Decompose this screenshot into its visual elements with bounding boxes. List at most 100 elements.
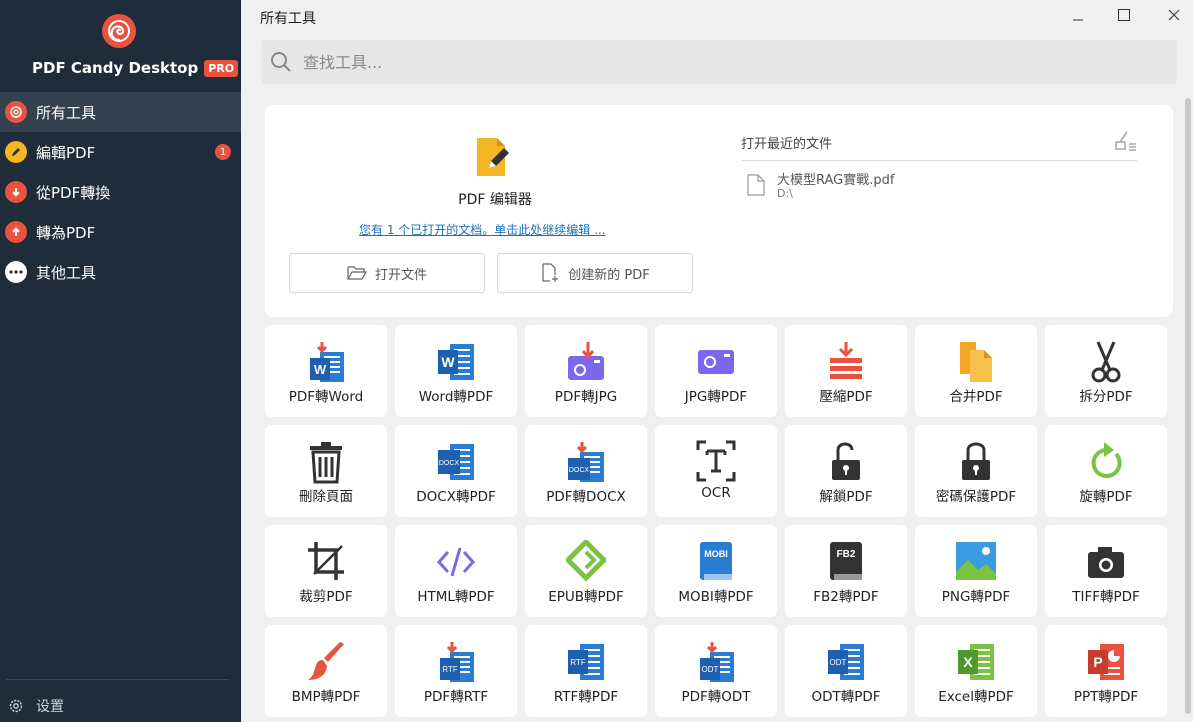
tool-compress-pdf[interactable]: 壓縮PDF — [785, 325, 907, 417]
tool-odt-to-pdf[interactable]: ODT ODT轉PDF — [785, 625, 907, 717]
tool-label: BMP轉PDF — [291, 689, 361, 705]
tool-delete-pages[interactable]: 刪除頁面 — [265, 425, 387, 517]
create-pdf-button[interactable]: 创建新的 PDF — [497, 253, 693, 293]
pdf-to-rtf-icon: RTF — [440, 642, 474, 682]
pdf-to-odt-icon: ODT — [700, 642, 734, 682]
pdf-editor-icon — [477, 138, 509, 176]
file-icon — [747, 174, 765, 196]
jpg-to-pdf-icon — [698, 350, 734, 374]
gear-icon — [9, 699, 23, 713]
arrow-up-icon — [5, 221, 27, 243]
tool-mobi-to-pdf[interactable]: MOBI MOBI轉PDF — [655, 525, 777, 617]
sidebar-item-all-tools[interactable]: 所有工具 — [0, 92, 241, 132]
tool-tiff-to-pdf[interactable]: TIFF轉PDF — [1045, 525, 1167, 617]
svg-text:DOCX: DOCX — [569, 467, 590, 474]
crop-icon — [308, 542, 344, 580]
tool-epub-to-pdf[interactable]: EPUB轉PDF — [525, 525, 647, 617]
scrollbar[interactable] — [1185, 98, 1191, 714]
word-to-pdf-icon: W — [438, 344, 474, 380]
tool-merge-pdf[interactable]: 合并PDF — [915, 325, 1037, 417]
tool-bmp-to-pdf[interactable]: BMP轉PDF — [265, 625, 387, 717]
clear-history-icon[interactable] — [1113, 129, 1137, 151]
tool-png-to-pdf[interactable]: PNG轉PDF — [915, 525, 1037, 617]
app-title: PDF Candy Desktop — [32, 59, 199, 77]
tool-ppt-to-pdf[interactable]: P PPT轉PDF — [1045, 625, 1167, 717]
excel-icon: X — [958, 644, 994, 680]
notification-badge: 1 — [215, 144, 231, 160]
search-input[interactable] — [303, 52, 1103, 72]
settings-button[interactable]: 设置 — [8, 694, 64, 718]
tool-jpg-to-pdf[interactable]: JPG轉PDF — [655, 325, 777, 417]
tool-pdf-to-jpg[interactable]: PDF轉JPG — [525, 325, 647, 417]
svg-text:X: X — [963, 654, 973, 670]
maximize-button[interactable] — [1112, 4, 1136, 26]
pro-badge: PRO — [204, 59, 239, 77]
rtf-to-pdf-icon: RTF — [568, 644, 604, 680]
tool-label: MOBI轉PDF — [678, 589, 754, 605]
tool-pdf-to-rtf[interactable]: RTF PDF轉RTF — [395, 625, 517, 717]
sidebar-item-edit-pdf[interactable]: 編輯PDF 1 — [0, 132, 241, 172]
tool-word-to-pdf[interactable]: W Word轉PDF — [395, 325, 517, 417]
compress-icon — [830, 342, 862, 379]
arrow-down-icon — [5, 181, 27, 203]
epub-icon — [566, 540, 606, 582]
tool-label: FB2轉PDF — [813, 589, 879, 605]
minimize-button[interactable] — [1066, 4, 1090, 26]
sidebar-item-label: 其他工具 — [36, 263, 97, 282]
pdf-candy-logo-icon — [102, 14, 136, 48]
recent-file-item[interactable]: 大模型RAG實戰.pdf D:\ — [745, 169, 1045, 209]
sidebar-item-to-pdf[interactable]: 轉為PDF — [0, 212, 241, 252]
recent-files-title: 打开最近的文件 — [741, 137, 833, 152]
tool-label: EPUB轉PDF — [548, 589, 624, 605]
recent-file-name: 大模型RAG實戰.pdf — [777, 173, 895, 188]
tool-label: TIFF轉PDF — [1072, 589, 1140, 605]
sidebar-item-from-pdf[interactable]: 從PDF轉換 — [0, 172, 241, 212]
recent-file-path: D:\ — [777, 187, 793, 200]
tool-pdf-to-odt[interactable]: ODT PDF轉ODT — [655, 625, 777, 717]
more-icon — [5, 261, 27, 283]
tool-label: DOCX轉PDF — [416, 489, 496, 505]
sidebar-item-other-tools[interactable]: 其他工具 — [0, 252, 241, 292]
svg-text:ODT: ODT — [702, 665, 719, 674]
sidebar: PDF Candy Desktop PRO 所有工具 編輯PDF 1 從PDF轉… — [0, 0, 241, 722]
tool-pdf-to-docx[interactable]: DOCX PDF轉DOCX — [525, 425, 647, 517]
tool-unlock-pdf[interactable]: 解鎖PDF — [785, 425, 907, 517]
tool-protect-pdf[interactable]: 密碼保護PDF — [915, 425, 1037, 517]
app-name: PDF Candy Desktop PRO — [32, 59, 239, 77]
tool-excel-to-pdf[interactable]: X Excel轉PDF — [915, 625, 1037, 717]
editor-card: PDF 编辑器 您有 1 个已打开的文档。单击此处继续编辑 ... 打开文件 创… — [265, 105, 1173, 317]
open-file-button[interactable]: 打开文件 — [289, 253, 485, 293]
pdf-to-jpg-icon — [568, 342, 604, 380]
tool-label: OCR — [701, 485, 731, 501]
tool-fb2-to-pdf[interactable]: FB2 FB2轉PDF — [785, 525, 907, 617]
docx-to-pdf-icon: DOCX — [438, 444, 474, 480]
tool-crop-pdf[interactable]: 裁剪PDF — [265, 525, 387, 617]
tool-label: PDF轉Word — [288, 389, 364, 405]
ocr-icon — [696, 440, 736, 482]
tool-html-to-pdf[interactable]: HTML轉PDF — [395, 525, 517, 617]
close-button[interactable] — [1162, 4, 1186, 26]
svg-text:ODT: ODT — [830, 658, 847, 667]
sidebar-item-label: 編輯PDF — [36, 143, 96, 162]
tool-pdf-to-word[interactable]: W PDF轉Word — [265, 325, 387, 417]
tool-rotate-pdf[interactable]: 旋轉PDF — [1045, 425, 1167, 517]
rotate-icon — [1091, 442, 1122, 478]
merge-icon — [960, 342, 992, 382]
svg-text:MOBI: MOBI — [704, 549, 728, 559]
tool-label: 合并PDF — [949, 389, 1003, 405]
tool-ocr[interactable]: OCR — [655, 425, 777, 517]
tool-label: RTF轉PDF — [553, 689, 619, 705]
tool-label: PNG轉PDF — [941, 589, 1011, 605]
search-bar[interactable] — [261, 40, 1177, 84]
candy-icon — [5, 101, 27, 123]
tool-split-pdf[interactable]: 拆分PDF — [1045, 325, 1167, 417]
sidebar-item-label: 轉為PDF — [36, 223, 96, 242]
tool-rtf-to-pdf[interactable]: RTF RTF轉PDF — [525, 625, 647, 717]
continue-editing-link[interactable]: 您有 1 个已打开的文档。单击此处继续编辑 ... — [359, 221, 606, 238]
tool-docx-to-pdf[interactable]: DOCX DOCX轉PDF — [395, 425, 517, 517]
pdf-to-word-icon: W — [310, 342, 344, 382]
folder-icon — [347, 266, 367, 280]
sidebar-item-label: 從PDF轉換 — [36, 183, 111, 202]
open-file-label: 打开文件 — [374, 267, 427, 283]
tool-label: ODT轉PDF — [811, 689, 881, 705]
